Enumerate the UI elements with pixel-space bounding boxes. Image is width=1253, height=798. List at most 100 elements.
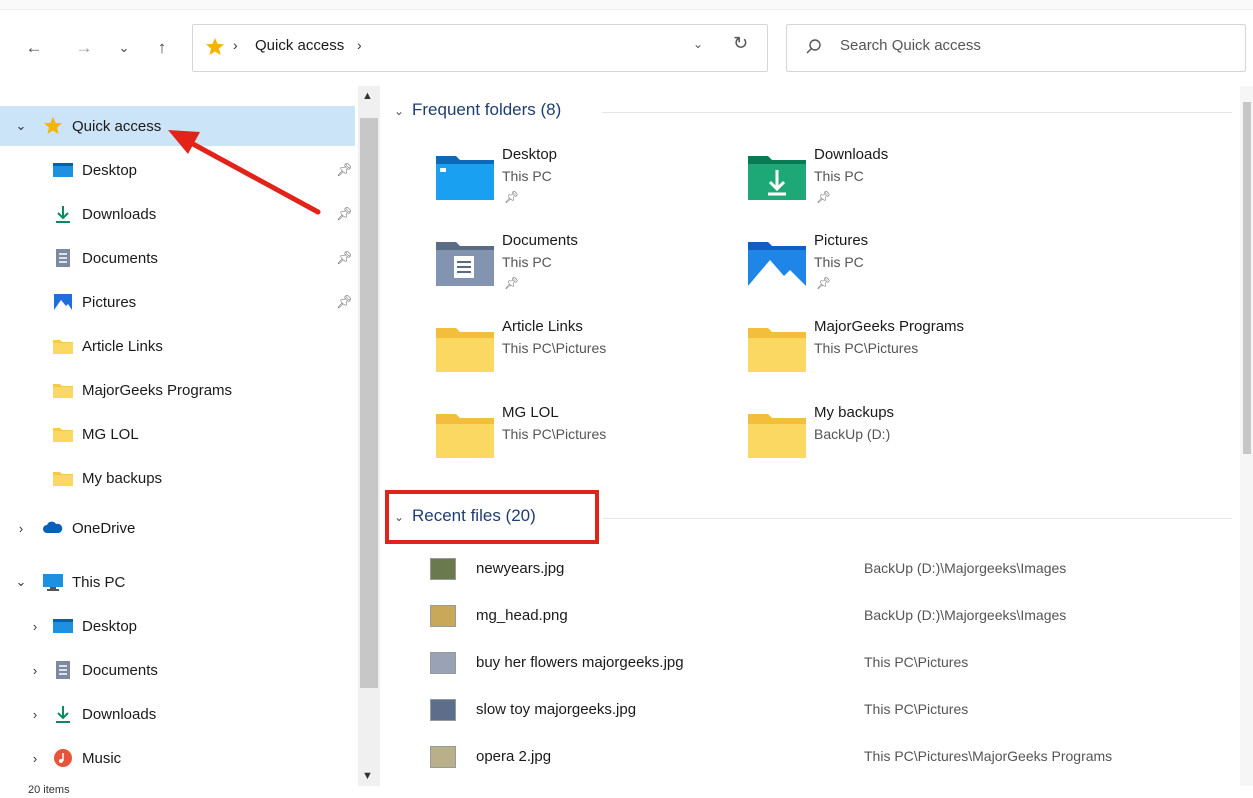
desktop-icon: [53, 163, 73, 177]
address-bar[interactable]: › Quick access › ⌄ ↻: [192, 24, 768, 72]
file-path: BackUp (D:)\Majorgeeks\Images: [864, 560, 1067, 576]
recent-file-row[interactable]: newyears.jpg BackUp (D:)\Majorgeeks\Imag…: [420, 548, 1240, 592]
search-input[interactable]: Search Quick access: [786, 24, 1246, 72]
breadcrumb-separator: ›: [233, 37, 238, 53]
folder-name: Desktop: [502, 146, 558, 163]
recent-file-row[interactable]: mg_head.png BackUp (D:)\Majorgeeks\Image…: [420, 595, 1240, 639]
up-arrow-icon[interactable]: ↑: [150, 36, 174, 60]
frequent-folder-mg-lol[interactable]: MG LOL This PC\Pictures: [434, 404, 734, 484]
breadcrumb-separator[interactable]: ›: [357, 37, 362, 53]
frequent-folders-header[interactable]: ⌄ Frequent folders (8): [394, 100, 561, 120]
folder-icon: [53, 428, 73, 442]
sidebar-scroll-thumb[interactable]: [360, 118, 378, 688]
forward-arrow-icon[interactable]: →: [72, 36, 96, 60]
sidebar-item-label: Desktop: [82, 161, 138, 179]
frequent-folder-my-backups[interactable]: My backups BackUp (D:): [746, 404, 1046, 484]
sidebar-item-label: My backups: [82, 469, 163, 487]
frequent-folder-downloads[interactable]: Downloads This PC 📌︎: [746, 146, 1046, 226]
chevron-right-icon[interactable]: ›: [28, 663, 42, 678]
file-name: slow toy majorgeeks.jpg: [476, 701, 637, 718]
image-thumbnail-icon: [430, 652, 456, 674]
annotation-arrow-icon: [168, 130, 321, 215]
sidebar-item-label: Downloads: [82, 705, 157, 723]
folder-name: My backups: [814, 404, 895, 421]
sidebar-scrollbar[interactable]: ▲ ▼: [358, 86, 380, 786]
desktop-folder-icon: [436, 156, 494, 200]
music-icon: [54, 749, 72, 767]
section-divider: [602, 112, 1232, 113]
folder-icon: [748, 414, 806, 458]
recent-file-row[interactable]: slow toy majorgeeks.jpg This PC\Pictures: [420, 689, 1240, 733]
sidebar-item-pc-downloads[interactable]: › Downloads: [0, 694, 355, 734]
back-arrow-icon[interactable]: ←: [22, 36, 46, 60]
desktop-icon: [53, 619, 73, 633]
sidebar-item-label: Downloads: [82, 205, 157, 223]
chevron-right-icon[interactable]: ›: [28, 619, 42, 634]
sidebar-item-label: Music: [82, 749, 122, 767]
frequent-folder-majorgeeks-programs[interactable]: MajorGeeks Programs This PC\Pictures: [746, 318, 1046, 398]
documents-icon: [56, 661, 70, 679]
sidebar-item-pc-documents[interactable]: › Documents: [0, 650, 355, 690]
image-thumbnail-icon: [430, 746, 456, 768]
folder-name: MG LOL: [502, 404, 559, 421]
breadcrumb-quick-access[interactable]: Quick access: [255, 37, 344, 54]
title-strip: [0, 0, 1253, 10]
frequent-folder-article-links[interactable]: Article Links This PC\Pictures: [434, 318, 734, 398]
image-thumbnail-icon: [430, 699, 456, 721]
chevron-down-icon[interactable]: ⌄: [112, 36, 136, 60]
sidebar-item-onedrive[interactable]: › OneDrive: [0, 508, 355, 548]
recent-file-row[interactable]: buy her flowers majorgeeks.jpg This PC\P…: [420, 642, 1240, 686]
recent-file-row[interactable]: opera 2.jpg This PC\Pictures\MajorGeeks …: [420, 736, 1240, 780]
chevron-down-icon[interactable]: ⌄: [394, 104, 408, 118]
chevron-down-icon[interactable]: ⌄: [14, 118, 28, 134]
file-name: buy her flowers majorgeeks.jpg: [476, 654, 684, 671]
sidebar-item-pc-music[interactable]: › Music: [0, 738, 355, 778]
folder-location: This PC: [502, 254, 552, 270]
content-scroll-thumb[interactable]: [1243, 102, 1251, 454]
scroll-up-icon[interactable]: ▲: [362, 90, 373, 102]
folder-name: Documents: [502, 232, 578, 249]
sidebar-item-article-links[interactable]: Article Links: [0, 326, 355, 366]
folder-location: This PC: [814, 168, 864, 184]
sidebar-item-label: Desktop: [82, 617, 138, 635]
sidebar-item-mg-lol[interactable]: MG LOL: [0, 414, 355, 454]
folder-location: This PC\Pictures: [814, 340, 919, 356]
scroll-down-icon[interactable]: ▼: [362, 770, 373, 782]
file-path: This PC\Pictures: [864, 654, 969, 670]
pin-icon: 📌︎: [504, 190, 520, 204]
content-scrollbar[interactable]: [1240, 86, 1253, 786]
documents-icon: [56, 249, 70, 267]
folder-name: MajorGeeks Programs: [814, 318, 965, 335]
sidebar-item-majorgeeks-programs[interactable]: MajorGeeks Programs: [0, 370, 355, 410]
chevron-right-icon[interactable]: ›: [28, 751, 42, 766]
chevron-right-icon[interactable]: ›: [14, 521, 28, 536]
sidebar-item-pc-desktop[interactable]: › Desktop: [0, 606, 355, 646]
pin-icon: 📌︎: [816, 190, 832, 204]
sidebar-item-documents[interactable]: Documents 📌︎: [0, 238, 355, 278]
pin-icon[interactable]: 📌︎: [336, 294, 353, 310]
file-path: BackUp (D:)\Majorgeeks\Images: [864, 607, 1067, 623]
frequent-folder-documents[interactable]: Documents This PC 📌︎: [434, 232, 734, 312]
sidebar-item-label: Quick access: [72, 117, 162, 135]
sidebar-item-label: Article Links: [82, 337, 163, 355]
chevron-right-icon[interactable]: ›: [28, 707, 42, 722]
refresh-icon[interactable]: ↻: [733, 33, 748, 54]
status-bar: 20 items: [0, 784, 1253, 798]
section-title: Frequent folders (8): [412, 100, 562, 119]
frequent-folder-pictures[interactable]: Pictures This PC 📌︎: [746, 232, 1046, 312]
search-placeholder: Search Quick access: [840, 37, 981, 54]
pin-icon[interactable]: 📌︎: [336, 250, 353, 266]
frequent-folder-desktop[interactable]: Desktop This PC 📌︎: [434, 146, 734, 226]
folder-location: This PC\Pictures: [502, 340, 607, 356]
sidebar-item-pictures[interactable]: Pictures 📌︎: [0, 282, 355, 322]
sidebar-item-my-backups[interactable]: My backups: [0, 458, 355, 498]
sidebar-item-label: MG LOL: [82, 425, 139, 443]
address-dropdown-icon[interactable]: ⌄: [693, 37, 703, 51]
file-path: This PC\Pictures: [864, 701, 969, 717]
sidebar-item-label: This PC: [72, 573, 126, 591]
folder-icon: [53, 340, 73, 354]
sidebar-item-this-pc[interactable]: ⌄ This PC: [0, 562, 355, 602]
file-name: opera 2.jpg: [476, 748, 552, 765]
chevron-down-icon[interactable]: ⌄: [14, 574, 28, 590]
documents-folder-icon: [436, 242, 494, 286]
